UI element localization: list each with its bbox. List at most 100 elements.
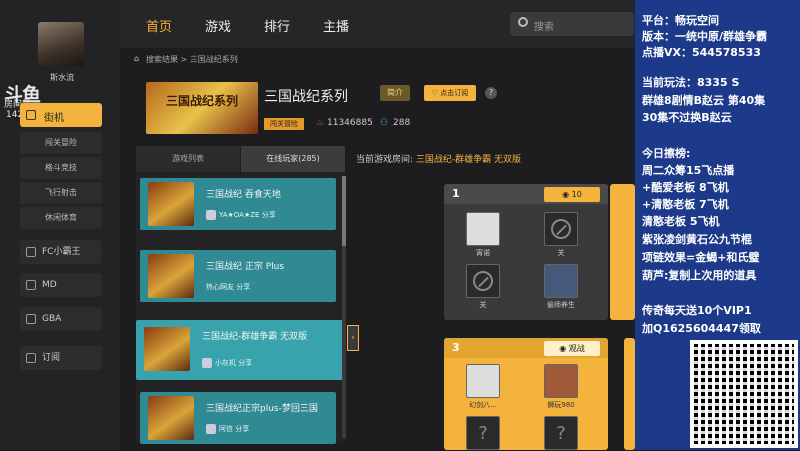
room-number: 1 [452,187,460,200]
overlay-line: 周二众筹15飞点播 [642,164,735,177]
current-room-label: 当前游戏房间: [356,155,414,165]
list-item-title: 三国战纪-群雄争霸 无双版 [202,332,308,342]
seat-name: 关 [479,301,487,309]
avatar[interactable] [38,22,84,66]
room-card-edge[interactable] [624,338,635,450]
gamepad-icon [26,280,36,290]
sidebar-sub-item[interactable]: 飞行射击 [20,182,102,204]
overlay-line: 30集不过换B赵云 [642,111,732,124]
seat-empty[interactable]: ? [466,416,500,450]
sidebar-item-fc[interactable]: FC小霸王 [20,240,102,264]
share-link[interactable]: 分享 [238,359,252,367]
seat-locked[interactable] [466,264,500,298]
share-link[interactable]: 分享 [235,425,249,433]
list-item[interactable]: 三国战纪 正宗 Plus 热心网友 分享 [140,250,336,302]
sidebar-sub-item[interactable]: 格斗竞技 [20,157,102,179]
breadcrumb-item[interactable]: 搜索结果 [146,55,178,64]
game-thumbnail [148,396,194,440]
share-link[interactable]: 分享 [262,211,276,219]
list-item-user: 阿信 分享 [206,424,249,434]
seat-empty[interactable]: ? [544,416,578,450]
scrollbar-thumb[interactable] [342,176,346,246]
overlay-line: 加Q1625604447领取 [642,322,761,335]
nav-games[interactable]: 游戏 [205,16,231,35]
sidebar-sub-item[interactable]: 休闲体育 [20,207,102,229]
qr-code-pattern [690,340,798,448]
overlay-line: 项链效果=金蝎+和氏璧 [642,251,760,264]
overlay-line: 清憨老板 5飞机 [642,215,720,228]
seat-name: 偷师养生 [547,301,575,309]
user-avatar-icon [206,210,216,220]
intro-button[interactable]: 简介 [380,85,410,101]
seat-avatar[interactable] [544,264,578,298]
viewer-badge: ◉ 10 [544,187,600,202]
list-item-user: 小灰机 分享 [202,358,252,368]
overlay-line: +酷爱老板 8飞机 [642,181,729,194]
room-card[interactable]: 1 ◉ 10 宵诺 关 关 偷师养生 [444,184,608,320]
list-item-title: 三国战纪 正宗 Plus [206,262,285,272]
collapse-arrow-icon[interactable]: ‹ [347,325,359,351]
search-icon[interactable] [518,17,528,27]
overlay-line: 群雄8剧情B赵云 第40集 [642,94,766,107]
game-banner-text: 三国战纪系列 [166,94,239,108]
list-item[interactable]: 三国战纪 吞食天地 YA★OA★ZE 分享 [140,178,336,230]
nav-home[interactable]: 首页 [146,16,172,35]
game-title: 三国战纪系列 [264,89,348,105]
overlay-line: 传奇每天送10个VIP1 [642,304,752,317]
sidebar-item-subscribe[interactable]: 订阅 [20,346,102,370]
question-icon: ? [478,423,488,444]
user-avatar-icon [206,424,216,434]
overlay-line: 今日擦榜: [642,147,691,160]
subscribe-button[interactable]: ♡ 点击订阅 [424,85,476,101]
overlay-line: 葫芦:复制上次用的道具 [642,269,757,282]
seat-name: 关 [557,249,565,257]
sidebar-item-label: GBA [42,314,62,324]
list-item-title: 三国战纪 吞食天地 [206,190,281,200]
list-item-title: 三国战纪正宗plus-梦回三国 [206,404,318,414]
breadcrumb: 搜索结果 > 三国战纪系列 [146,54,238,65]
sidebar-item-label: 订阅 [42,353,61,363]
arcade-icon [26,110,36,120]
search-input[interactable]: 搜索 [510,12,634,36]
sidebar-item-gba[interactable]: GBA [20,307,102,331]
sidebar-item-md[interactable]: MD [20,273,102,297]
room-card[interactable]: 3 ◉ 观战 幻剑八... 狮玩980 ? ? [444,338,608,450]
sidebar-item-label: 街机 [44,113,64,124]
sidebar-item-label: MD [42,280,57,290]
tab-online-players[interactable]: 在线玩家(285) [241,146,345,172]
gamepad-icon [26,247,36,257]
tab-game-list[interactable]: 游戏列表 [136,146,240,172]
nav-streamers[interactable]: 主播 [323,16,349,35]
bookmark-icon [26,353,36,363]
game-thumbnail [148,182,194,226]
user-avatar-icon [202,358,212,368]
overlay-line: 平台：畅玩空间 [642,14,719,27]
overlay-line: 版本：一统中原/群雄争霸 [642,30,768,43]
seat-name: 宵诺 [476,249,490,257]
help-icon[interactable]: ? [485,87,497,99]
seat-avatar[interactable] [466,212,500,246]
seat-name: 幻剑八... [469,401,497,409]
nav-ranking[interactable]: 排行 [264,16,290,35]
home-icon[interactable]: ⌂ [134,54,139,63]
room-card-edge[interactable] [610,184,635,320]
seat-locked[interactable] [544,212,578,246]
genre-tag: 闯关冒险 [264,118,304,130]
seat-avatar[interactable] [544,364,578,398]
sidebar-item-arcade[interactable]: 街机 [20,103,102,127]
overlay-line: 紫张凌剑黄石公九节棍 [642,233,752,246]
lock-icon [551,219,571,239]
spectate-badge[interactable]: ◉ 观战 [544,341,600,356]
share-link[interactable]: 分享 [236,283,250,291]
current-room-value: 三国战纪-群雄争霸 无双版 [415,155,522,165]
seat-avatar[interactable] [466,364,500,398]
overlay-line: 当前玩法：8335 S [642,76,740,89]
sidebar-sub-item[interactable]: 闯关冒险 [20,132,102,154]
list-item-selected[interactable]: 三国战纪-群雄争霸 无双版 小灰机 分享 [136,320,344,380]
breadcrumb-item: 三国战纪系列 [189,55,238,64]
list-item[interactable]: 三国战纪正宗plus-梦回三国 阿信 分享 [140,392,336,444]
list-item-user: YA★OA★ZE 分享 [206,210,276,220]
heart-icon: ♡ [431,89,439,97]
overlay-line: 点播VX：544578533 [642,46,761,59]
sidebar-item-label: FC小霸王 [42,247,81,257]
